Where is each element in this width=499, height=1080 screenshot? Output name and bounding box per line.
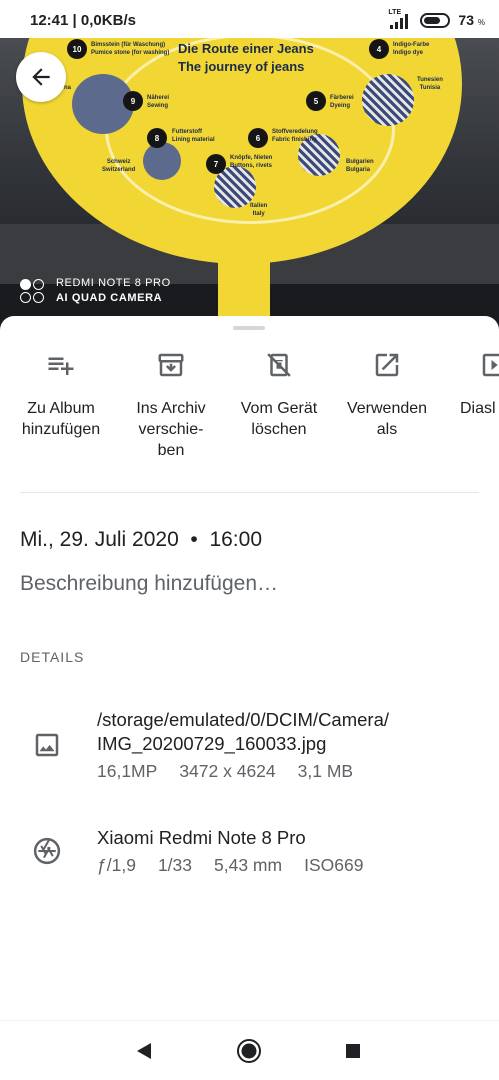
route-stop-node: 9 [123,91,143,111]
nav-home-button[interactable] [236,1038,262,1064]
camera-focal-length: 5,43 mm [214,855,283,875]
delete-from-device-button[interactable]: Vom Gerät löschen [229,350,329,440]
battery-percent: 73 % [458,12,485,28]
back-button[interactable] [16,52,66,102]
drag-handle[interactable] [233,326,265,330]
network-type-label: LTE [388,9,402,16]
back-triangle-icon [137,1043,151,1059]
archive-button[interactable]: Ins Archiv verschie- ben [121,350,221,461]
route-stop-node: 5 [306,91,326,111]
route-stop-label: Färberei Dyeing [330,95,354,109]
divider [20,492,479,493]
add-to-album-button[interactable]: Zu Album hinzufügen [11,350,111,440]
image-icon [35,733,59,757]
open-in-new-icon [375,353,399,377]
camera-aperture: ƒ/1,9 [97,855,136,875]
arrow-left-icon [32,68,50,86]
file-name: IMG_20200729_160033.jpg [97,733,327,754]
use-as-button[interactable]: Verwenden als [337,350,437,440]
status-time-speed: 12:41 | 0,0KB/s [30,12,136,29]
file-details-row: /storage/emulated/0/DCIM/Camera/ IMG_202… [0,708,499,788]
route-stop-label: Futterstoff Lining material [172,129,215,143]
status-network-speed: 0,0KB/s [80,12,136,29]
country-label: Italien Italy [250,203,268,217]
camera-iso: ISO669 [304,855,364,875]
photo-datetime[interactable]: Mi., 29. Juli 2020 • 16:00 [20,528,262,552]
file-size: 3,1 MB [297,761,354,781]
country-label: na [64,85,72,91]
camera-details-row: Xiaomi Redmi Note 8 Pro ƒ/1,9 1/33 5,43 … [0,826,499,886]
country-label: Tunesien Tunisia [417,77,443,91]
watermark-camera: AI QUAD CAMERA [56,292,163,304]
action-row[interactable]: Zu Album hinzufügen Ins Archiv verschie-… [0,350,499,470]
route-stop-label: Indigo-Farbe Indigo dye [393,42,430,56]
details-heading: DETAILS [20,649,85,665]
action-label: Verwenden als [346,400,428,438]
action-label: Ins Archiv verschie- ben [136,400,206,459]
action-label: Zu Album hinzufügen [21,400,101,438]
route-stop-node: 8 [147,128,167,148]
camera-watermark: REDMI NOTE 8 PRO AI QUAD CAMERA [20,276,171,306]
camera-shutter: 1/33 [157,855,192,875]
lte-signal-icon: LTE [388,9,412,29]
nav-recents-button[interactable] [340,1038,366,1064]
system-navigation-bar [0,1020,499,1080]
route-stop-node: 7 [206,154,226,174]
poster-headline: Die Route einer Jeans The journey of jea… [178,41,314,74]
route-stop-label: Näherei Sewing [147,95,170,109]
route-stop-label: Knöpfe, Nieten Buttons, rivets [230,155,273,169]
home-circle-icon [237,1039,261,1063]
file-resolution: 3472 x 4624 [179,761,276,781]
status-bar: 12:41 | 0,0KB/s LTE 73 % [0,0,499,38]
status-time: 12:41 [30,12,69,29]
route-stop-label: Stoffveredelung Fabric finishing [272,129,318,143]
camera-aperture-icon [33,837,61,865]
country-label: Bulgarien Bulgaria [346,159,374,173]
file-megapixels: 16,1MP [97,761,158,781]
action-label: Vom Gerät löschen [240,400,318,438]
delete-from-device-icon [267,353,291,377]
playlist-add-icon [48,357,74,375]
camera-model: Xiaomi Redmi Note 8 Pro [97,827,306,848]
slideshow-icon [482,353,499,377]
route-stop-label: Bimsstein (für Waschung) Pumice stone (f… [91,42,170,56]
route-stop-node: 10 [67,39,87,59]
photo-info-sheet[interactable]: Zu Album hinzufügen Ins Archiv verschie-… [0,316,499,1020]
nav-back-button[interactable] [131,1038,157,1064]
route-stop-node: 6 [248,128,268,148]
archive-icon [158,353,184,377]
recents-square-icon [346,1044,360,1058]
slideshow-button[interactable]: Diasl [449,350,499,419]
watermark-model: REDMI NOTE 8 PRO [56,277,171,289]
action-label: Diasl [460,400,496,417]
country-label: Schweiz Switzerland [102,159,136,173]
route-stop-node: 4 [369,39,389,59]
file-path: /storage/emulated/0/DCIM/Camera/ [97,709,390,730]
battery-icon [420,12,451,28]
add-description-field[interactable]: Beschreibung hinzufügen… [20,572,278,596]
ai-quad-camera-icon [20,279,46,303]
